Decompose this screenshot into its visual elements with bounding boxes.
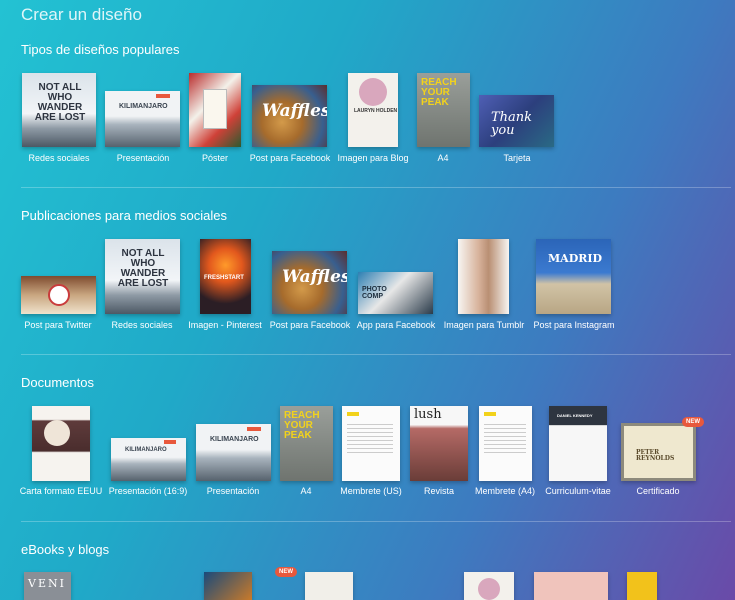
divider	[21, 354, 731, 355]
thumb-logo	[347, 412, 359, 416]
thumb-flower	[44, 420, 70, 446]
thumbnail: PHOTO COMP	[358, 272, 433, 314]
thumbnail	[464, 572, 514, 600]
tile-label[interactable]: App para Facebook	[357, 320, 436, 330]
tile-label[interactable]: Presentación	[117, 153, 170, 163]
tile-label[interactable]: Imagen - Pinterest	[188, 320, 262, 330]
thumb-text: MADRID	[548, 252, 603, 265]
thumbnail: NOT ALL WHO WANDER ARE LOST	[22, 73, 96, 147]
thumbnail: FRESHSTART	[200, 239, 251, 314]
tile-label[interactable]: Post para Facebook	[250, 153, 331, 163]
thumbnail: KILIMANJARO	[196, 424, 271, 481]
thumbnail: DANIEL KENNEDY	[549, 406, 607, 481]
tile-label[interactable]: Membrete (A4)	[475, 486, 535, 496]
divider	[21, 521, 731, 522]
tile-label[interactable]: Imagen para Tumblr	[444, 320, 525, 330]
thumbnail	[305, 572, 353, 600]
thumbnail	[458, 239, 509, 314]
thumbnail	[189, 73, 241, 147]
thumb-text: REACH YOUR PEAK	[284, 410, 320, 441]
new-badge: NEW	[275, 567, 297, 577]
thumb-lines	[484, 424, 526, 454]
thumb-text: KILIMANJARO	[125, 447, 167, 453]
thumbnail: REACH YOUR PEAK	[280, 406, 333, 481]
thumb-circle	[359, 78, 387, 106]
tile-label[interactable]: Presentación	[207, 486, 260, 496]
thumb-tag	[164, 440, 176, 444]
tile-label[interactable]: Carta formato EEUU	[20, 486, 103, 496]
tile-label[interactable]: Póster	[202, 153, 228, 163]
thumbnail: Waffles	[252, 85, 327, 147]
thumbnail	[534, 572, 608, 600]
tile-label[interactable]: Post para Instagram	[533, 320, 614, 330]
thumb-text: LAURYN HOLDEN	[354, 108, 398, 114]
section-title: eBooks y blogs	[21, 542, 110, 557]
thumbnail: KILIMANJARO	[111, 438, 186, 481]
divider	[21, 187, 731, 188]
thumb-tag	[247, 427, 261, 431]
thumbnail: LAURYN HOLDEN	[348, 73, 398, 147]
thumb-card	[203, 89, 227, 129]
thumb-text: FRESHSTART	[204, 275, 244, 281]
tile-label[interactable]: A4	[300, 486, 311, 496]
thumb-text: KILIMANJARO	[119, 103, 168, 110]
tile-label[interactable]: Curriculum-vitae	[545, 486, 611, 496]
thumb-text: lush	[414, 407, 442, 422]
thumb-text: DANIEL KENNEDY	[557, 413, 593, 418]
page-title: Crear un diseño	[21, 5, 142, 24]
thumb-circle	[48, 284, 70, 306]
thumbnail: Waffles	[272, 251, 347, 314]
thumb-text: Waffles	[262, 101, 327, 121]
section-title: Documentos	[21, 375, 94, 390]
thumb-text: NOT ALL WHO WANDER ARE LOST	[117, 248, 169, 289]
thumb-text: Waffles	[282, 267, 347, 287]
thumb-text: KILIMANJARO	[210, 436, 259, 443]
tile-label[interactable]: Presentación (16:9)	[109, 486, 188, 496]
thumb-logo	[484, 412, 496, 416]
thumb-text: PETER REYNOLDS	[636, 449, 675, 462]
thumb-text: Thank you	[491, 110, 533, 138]
thumb-text: NOT ALL WHO WANDER ARE LOST	[34, 82, 86, 123]
thumb-tag	[156, 94, 170, 98]
thumbnail	[342, 406, 400, 481]
thumbnail: VENI	[24, 572, 71, 600]
tile-label[interactable]: A4	[437, 153, 448, 163]
tile-label[interactable]: Tarjeta	[503, 153, 530, 163]
thumbnail: MADRID	[536, 239, 611, 314]
thumbnail: NOT ALL WHO WANDER ARE LOST	[105, 239, 180, 314]
tile-label[interactable]: Post para Twitter	[24, 320, 91, 330]
thumb-lines	[347, 424, 393, 454]
tile-label[interactable]: Imagen para Blog	[337, 153, 408, 163]
tile-label[interactable]: Revista	[424, 486, 454, 496]
thumbnail	[204, 572, 252, 600]
thumb-text: REACH YOUR PEAK	[421, 77, 457, 108]
thumbnail	[479, 406, 532, 481]
thumb-text: PHOTO COMP	[362, 286, 387, 300]
thumbnail: Thank you	[479, 95, 554, 147]
section-title: Tipos de diseños populares	[21, 42, 180, 57]
thumbnail	[32, 406, 90, 481]
thumb-circle	[478, 578, 500, 600]
thumbnail	[627, 572, 657, 600]
section-title: Publicaciones para medios sociales	[21, 208, 227, 223]
tile-label[interactable]: Post para Facebook	[270, 320, 351, 330]
thumbnail: lush	[410, 406, 468, 481]
thumbnail: REACH YOUR PEAK	[417, 73, 470, 147]
tile-label[interactable]: Membrete (US)	[340, 486, 402, 496]
thumbnail	[21, 276, 96, 314]
tile-label[interactable]: Certificado	[636, 486, 679, 496]
thumbnail: KILIMANJARO	[105, 91, 180, 147]
tile-label[interactable]: Redes sociales	[111, 320, 172, 330]
tile-label[interactable]: Redes sociales	[28, 153, 89, 163]
thumbnail: PETER REYNOLDS	[621, 423, 696, 481]
thumb-text: VENI	[28, 577, 66, 590]
new-badge: NEW	[682, 417, 704, 427]
